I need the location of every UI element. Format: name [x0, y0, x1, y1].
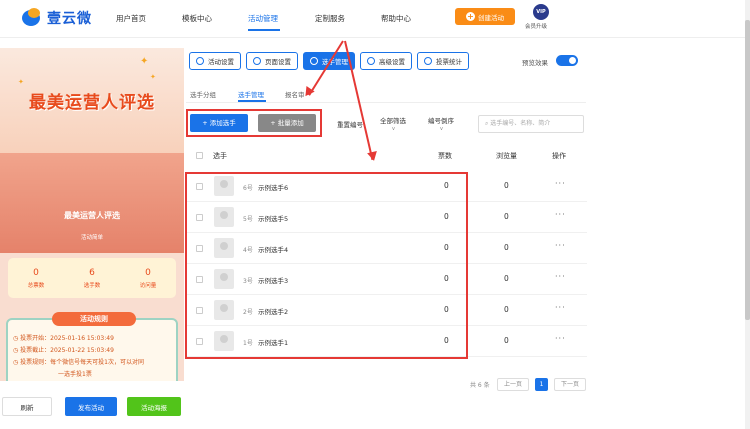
phone-preview: ✦ ✦ ✦ 最美运营人评选 最美运营人评选 活动简单 0 总票数 6 选手数 0 访问… — [0, 48, 184, 381]
view-count: 0 — [504, 212, 509, 221]
nav-help[interactable]: 帮助中心 — [381, 13, 411, 24]
view-count: 0 — [504, 274, 509, 283]
vote-stats-button[interactable]: 投票统计 — [417, 52, 469, 70]
col-contestant: 选手 — [213, 152, 227, 160]
select-all-checkbox[interactable] — [196, 152, 203, 159]
sliders-icon — [367, 57, 375, 65]
rule-text-cont: 一选手投1票 — [58, 371, 92, 378]
col-views: 浏览量 — [496, 152, 517, 160]
more-icon[interactable]: ··· — [555, 272, 566, 281]
create-activity-button[interactable]: + 创建活动 — [455, 8, 515, 25]
more-icon[interactable]: ··· — [555, 210, 566, 219]
rule-text: ◷ 投票规则：每个微信号每天可投1次，可以对同 — [13, 359, 144, 366]
stat-visits: 0 访问量 — [139, 267, 157, 289]
prev-page-button[interactable]: 上一页 — [497, 378, 529, 391]
more-icon[interactable]: ··· — [555, 179, 566, 188]
gear-icon — [253, 57, 261, 65]
batch-add-button[interactable]: + 批量添加 — [258, 114, 316, 132]
vip-upgrade-link[interactable]: 会员升级 — [525, 22, 547, 30]
preview-activity-name: 最美运营人评选 — [64, 211, 120, 220]
pagination-total: 共 6 条 — [470, 382, 490, 389]
annotation-arrow-head — [367, 150, 379, 163]
bottom-action-bar: 刷新 发布活动 活动海报 — [0, 389, 184, 429]
order-dropdown[interactable]: 编号倒序 — [428, 115, 454, 125]
subtab-groups[interactable]: 选手分组 — [190, 89, 216, 99]
stat-contestants: 6 选手数 — [83, 267, 101, 289]
preview-banner: ✦ ✦ ✦ 最美运营人评选 — [0, 48, 184, 153]
nav-activity-management[interactable]: 活动管理 — [248, 13, 278, 24]
nav-active-indicator — [248, 29, 280, 31]
add-contestant-button[interactable]: + 添加选手 — [190, 114, 248, 132]
sparkle-icon: ✦ — [150, 73, 156, 81]
settings-icon — [196, 57, 204, 65]
sparkle-icon: ✦ — [18, 78, 24, 86]
highlight-box-table — [185, 172, 468, 359]
advanced-settings-button[interactable]: 高级设置 — [360, 52, 412, 70]
chevron-down-icon: v — [392, 126, 395, 132]
refresh-button[interactable]: 刷新 — [2, 397, 52, 416]
bar-chart-icon — [424, 57, 432, 65]
col-votes: 票数 — [438, 152, 452, 160]
preview-activity-sub: 活动简单 — [80, 235, 103, 241]
filter-dropdown[interactable]: 全部筛选 — [380, 115, 406, 125]
brand-name: 壹云微 — [47, 11, 92, 27]
page-settings-button[interactable]: 页面设置 — [246, 52, 298, 70]
publish-button[interactable]: 发布活动 — [65, 397, 117, 416]
top-navbar: 壹云微 用户首页 模板中心 活动管理 定制服务 帮助中心 + 创建活动 VIP … — [0, 0, 750, 38]
view-count: 0 — [504, 181, 509, 190]
stat-total-votes: 0 总票数 — [27, 267, 45, 289]
logo-icon — [22, 8, 44, 28]
nav-home[interactable]: 用户首页 — [116, 13, 146, 24]
preview-stats: 0 总票数 6 选手数 0 访问量 — [8, 258, 176, 298]
nav-custom-service[interactable]: 定制服务 — [315, 13, 345, 24]
rules-title: 活动规则 — [52, 312, 136, 326]
preview-rules: 活动规则 ◷ 投票开始：2025-01-16 15:03:49 ◷ 投票截止：2… — [6, 312, 178, 381]
preview-toggle-label: 预览效果 — [522, 59, 548, 67]
preview-title: 最美运营人评选 — [29, 93, 155, 113]
more-icon[interactable]: ··· — [555, 334, 566, 343]
page-1-button[interactable]: 1 — [535, 378, 548, 391]
reset-number-button[interactable]: 重置编号 — [337, 119, 363, 129]
more-icon[interactable]: ··· — [555, 241, 566, 250]
activity-settings-button[interactable]: 活动设置 — [189, 52, 241, 70]
vip-icon[interactable]: VIP — [533, 4, 549, 20]
rule-start: ◷ 投票开始：2025-01-16 15:03:49 — [13, 335, 114, 342]
col-actions: 操作 — [552, 152, 566, 160]
plus-icon: + — [466, 12, 475, 21]
subtab-divider — [186, 102, 586, 103]
rule-end: ◷ 投票截止：2025-01-22 15:03:49 — [13, 347, 114, 354]
view-count: 0 — [504, 243, 509, 252]
subtab-contestants[interactable]: 选手管理 — [238, 89, 264, 99]
preview-toggle[interactable] — [556, 55, 578, 66]
users-icon — [310, 57, 318, 65]
next-page-button[interactable]: 下一页 — [554, 378, 586, 391]
nav-templates[interactable]: 模板中心 — [182, 13, 212, 24]
page-scrollbar[interactable] — [745, 0, 750, 429]
chevron-down-icon: v — [440, 126, 443, 132]
view-count: 0 — [504, 305, 509, 314]
sparkle-icon: ✦ — [140, 56, 149, 67]
search-input[interactable]: ⌕ 选手编号、名称、简介 — [478, 115, 584, 133]
more-icon[interactable]: ··· — [555, 303, 566, 312]
view-count: 0 — [504, 336, 509, 345]
brand-logo[interactable]: 壹云微 — [22, 8, 92, 28]
poster-button[interactable]: 活动海报 — [127, 397, 181, 416]
